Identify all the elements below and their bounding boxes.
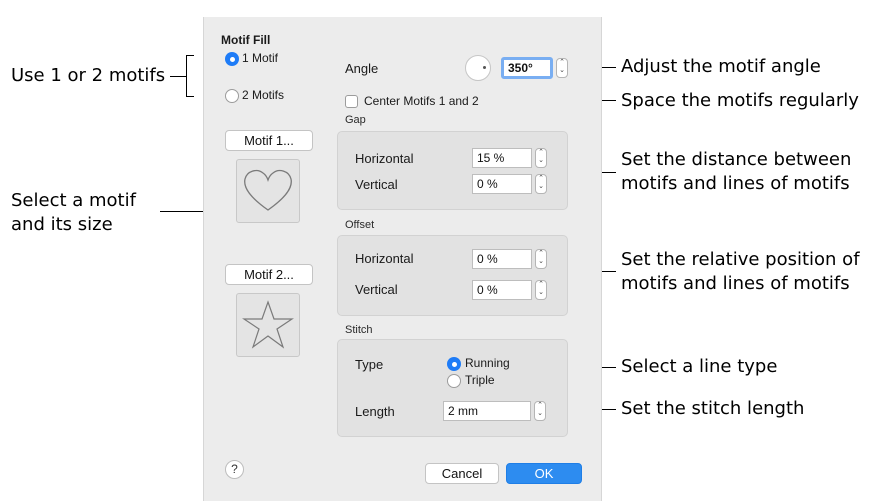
radio-triple-label: Triple [465,373,495,387]
stitch-type-label: Type [355,357,384,372]
offset-horizontal-stepper[interactable]: ⌃ ⌄ [535,249,547,269]
callout-stitch-length: Set the stitch length [621,398,805,419]
offset-vertical-field[interactable]: 0 % [472,280,532,300]
radio-triple[interactable] [447,374,461,388]
stitch-length-stepper[interactable]: ⌃ ⌄ [534,401,546,421]
help-button[interactable]: ? [225,460,244,479]
motif-fill-dialog: Motif Fill 1 Motif 2 Motifs Motif 1... M… [203,17,602,501]
cancel-button[interactable]: Cancel [425,463,499,484]
gap-horizontal-field[interactable]: 15 % [472,148,532,168]
stitch-title: Stitch [345,324,373,336]
gap-group [337,131,568,210]
bracket-line [186,55,194,56]
center-motifs-label: Center Motifs 1 and 2 [364,94,479,108]
callout-gap: Set the distance between motifs and line… [621,149,852,194]
radio-running-label: Running [465,356,510,370]
angle-stepper[interactable]: ⌃ ⌄ [556,58,568,78]
radio-2-motifs[interactable] [225,89,239,103]
offset-vertical-stepper[interactable]: ⌃ ⌄ [535,280,547,300]
radio-1-motif[interactable] [225,52,239,66]
stitch-length-label: Length [355,404,395,419]
ok-button[interactable]: OK [506,463,582,484]
callout-center: Space the motifs regularly [621,90,859,111]
star-icon [242,300,294,349]
callout-offset: Set the relative position of motifs and … [621,249,860,294]
angle-label: Angle [345,61,379,76]
leader-line [170,76,186,77]
center-motifs-checkbox[interactable] [345,95,358,108]
radio-2-motifs-label: 2 Motifs [242,88,285,102]
dialog-title: Motif Fill [221,33,271,47]
gap-title: Gap [345,114,366,126]
motif1-button[interactable]: Motif 1... [225,130,313,151]
angle-field[interactable]: 350° [501,57,553,79]
offset-group [337,235,568,316]
gap-horizontal-label: Horizontal [355,151,414,166]
gap-vertical-field[interactable]: 0 % [472,174,532,194]
motif1-preview[interactable] [236,159,300,223]
bracket-line [186,55,187,97]
callout-angle: Adjust the motif angle [621,56,821,77]
stitch-length-field[interactable]: 2 mm [443,401,531,421]
gap-horizontal-stepper[interactable]: ⌃ ⌄ [535,148,547,168]
angle-dial[interactable] [465,55,491,81]
radio-1-motif-label: 1 Motif [242,51,279,65]
callout-line-type: Select a line type [621,356,778,377]
motif2-button[interactable]: Motif 2... [225,264,313,285]
stitch-group [337,339,568,437]
gap-vertical-stepper[interactable]: ⌃ ⌄ [535,174,547,194]
bracket-line [186,96,194,97]
angle-dial-indicator [483,66,486,69]
heart-icon [244,169,292,211]
callout-motif-count: Use 1 or 2 motifs [11,65,166,86]
callout-select-motif: Select a motif and its size [11,190,136,235]
offset-title: Offset [345,219,375,231]
gap-vertical-label: Vertical [355,177,398,192]
offset-vertical-label: Vertical [355,282,398,297]
motif2-preview[interactable] [236,293,300,357]
offset-horizontal-field[interactable]: 0 % [472,249,532,269]
offset-horizontal-label: Horizontal [355,251,414,266]
radio-running[interactable] [447,357,461,371]
